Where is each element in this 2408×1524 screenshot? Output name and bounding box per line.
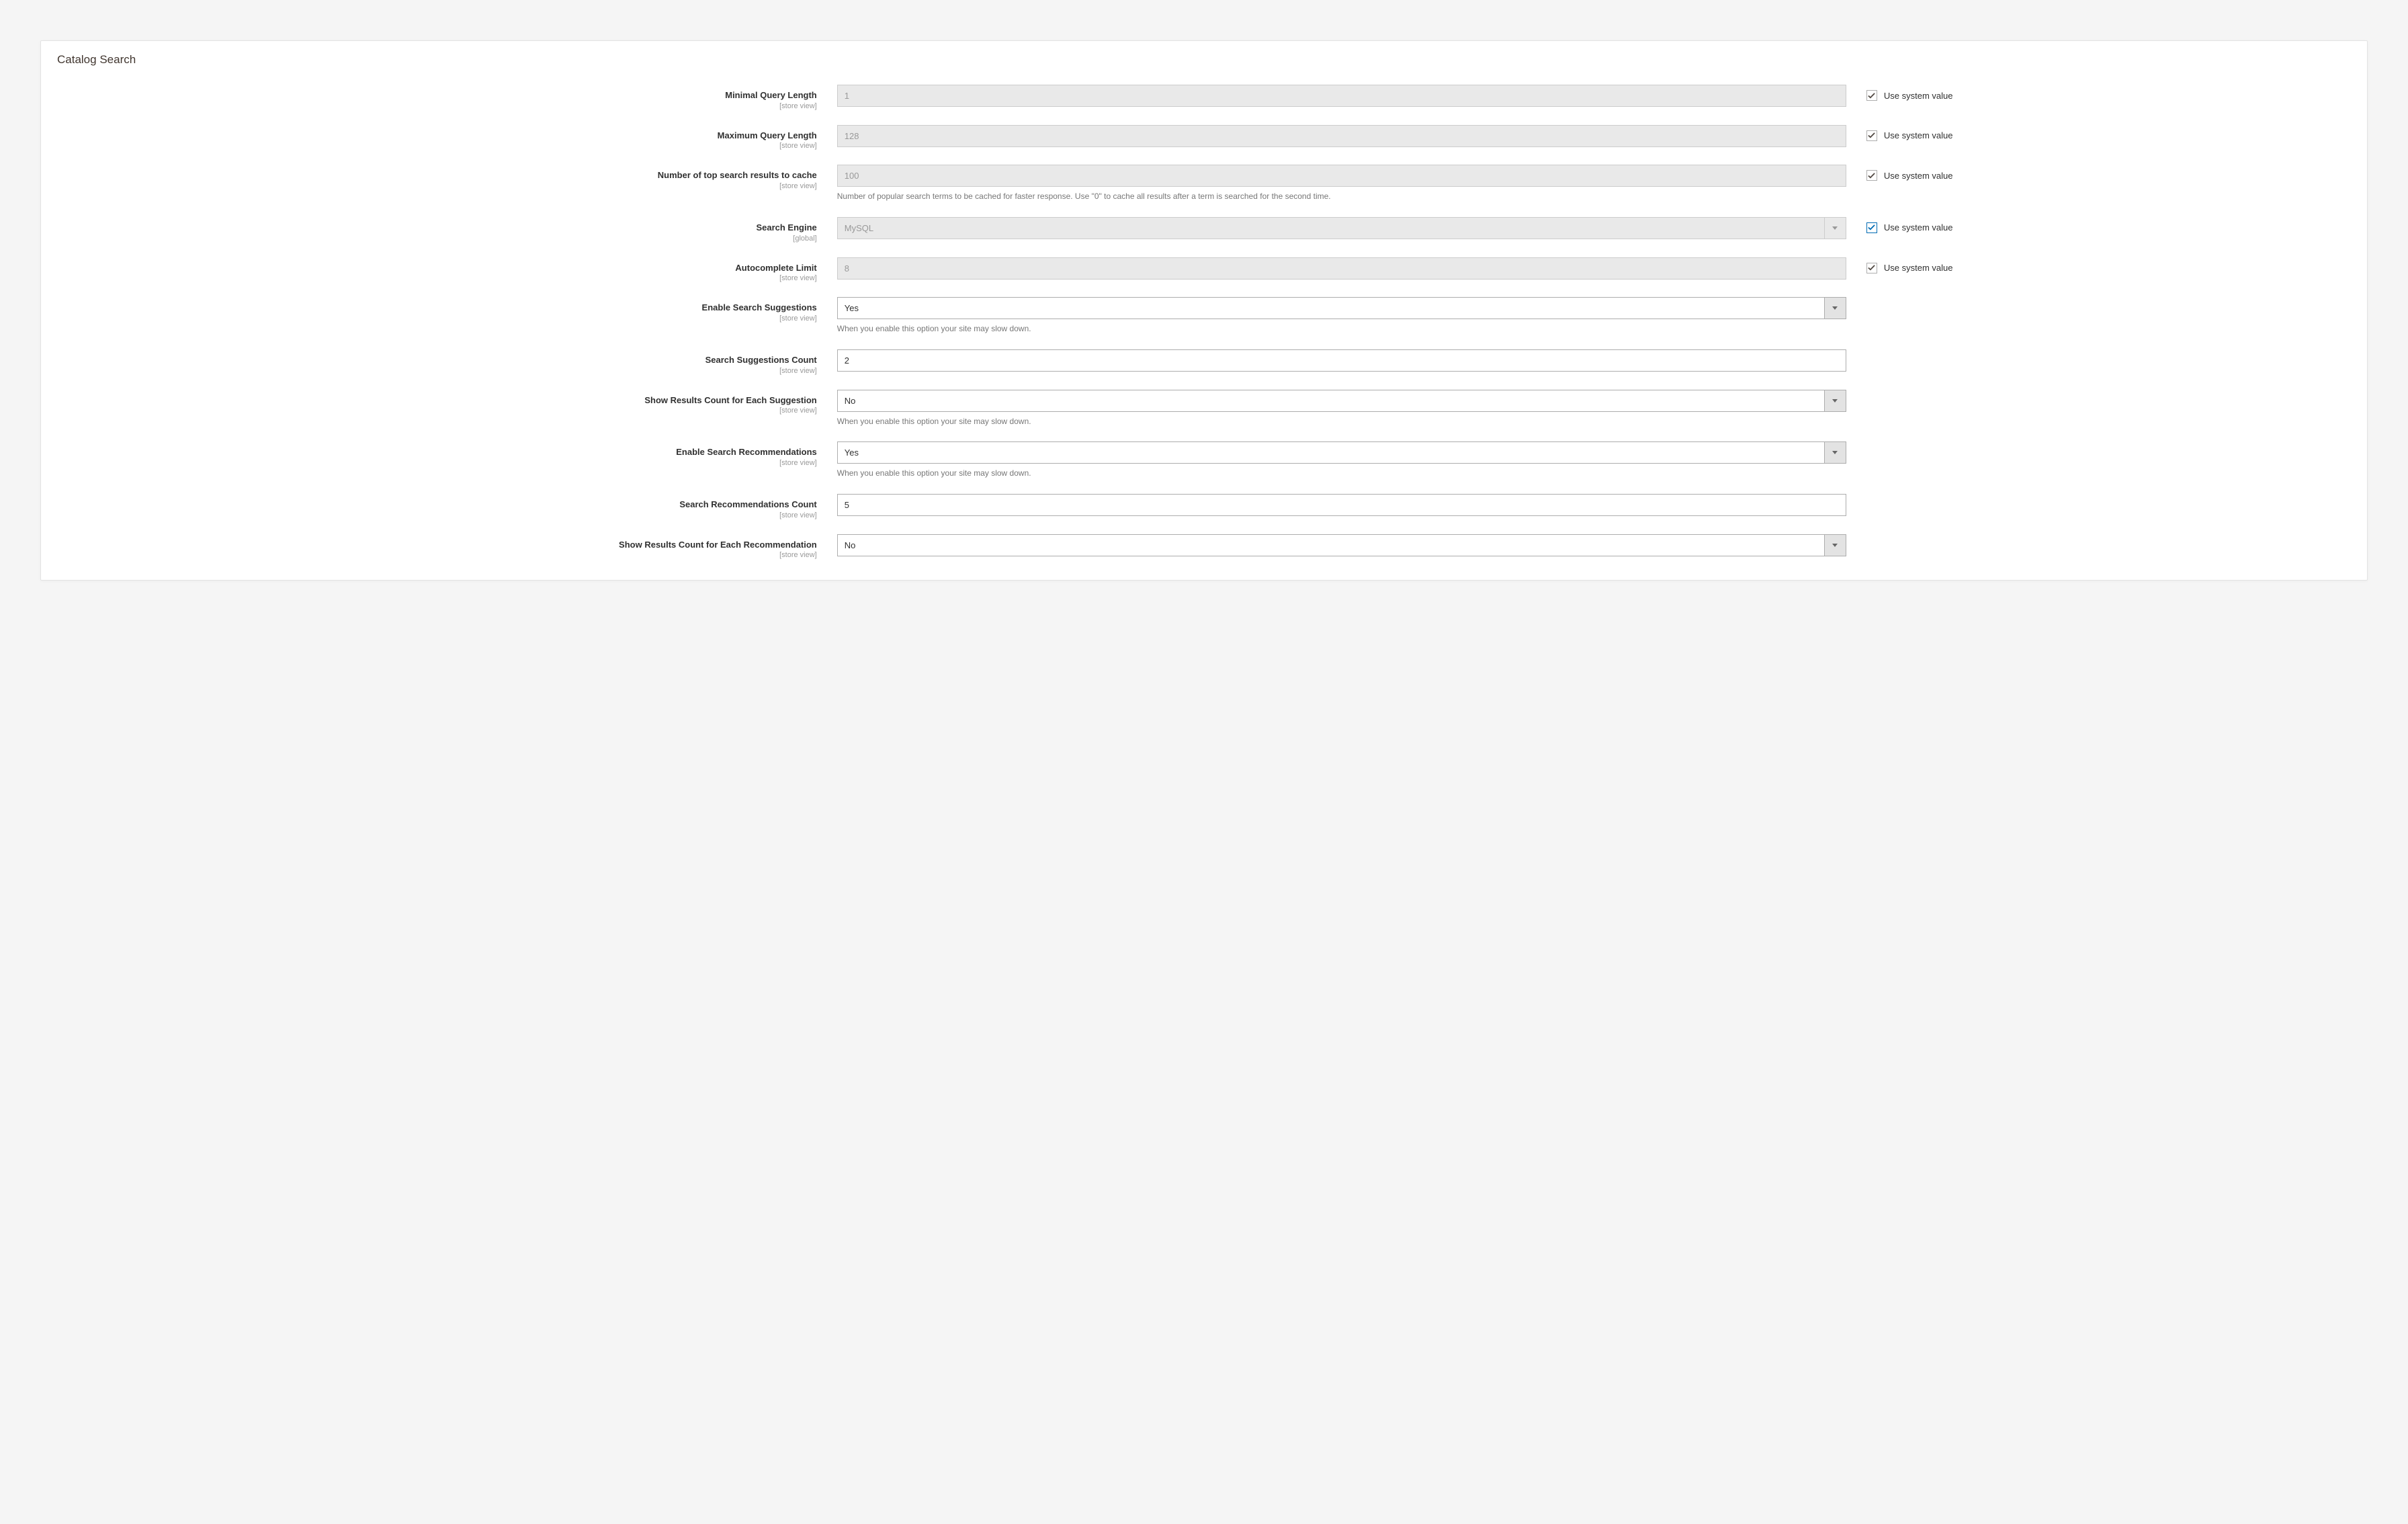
select-arrow-search-engine — [1824, 217, 1846, 239]
input-recommendations-count[interactable] — [837, 494, 1846, 516]
label-search-engine: Search Engine — [756, 222, 816, 232]
label-suggestions-count: Search Suggestions Count — [705, 355, 817, 365]
label-maximum-query-length: Maximum Query Length — [718, 130, 817, 140]
checkbox-use-system-maximum-query[interactable] — [1866, 130, 1877, 141]
select-enable-recommendations[interactable] — [837, 441, 1846, 464]
label-minimal-query-length: Minimal Query Length — [725, 90, 817, 100]
select-value-enable-recommendations[interactable] — [837, 441, 1824, 464]
scope-show-results-recommendation: [store view] — [57, 551, 817, 559]
select-search-engine — [837, 217, 1846, 239]
help-enable-suggestions: When you enable this option your site ma… — [837, 323, 1846, 335]
checkbox-use-system-search-engine[interactable] — [1866, 222, 1877, 233]
row-top-results-cache: Number of top search results to cache [s… — [57, 157, 2351, 210]
row-show-results-suggestion: Show Results Count for Each Suggestion [… — [57, 382, 2351, 435]
chevron-down-icon — [1832, 451, 1838, 454]
select-show-results-recommendation[interactable] — [837, 534, 1846, 556]
checkbox-label-use-system[interactable]: Use system value — [1884, 263, 1953, 273]
chevron-down-icon — [1832, 226, 1838, 230]
checkmark-icon — [1868, 264, 1875, 271]
checkbox-use-system-autocomplete[interactable] — [1866, 263, 1877, 273]
scope-enable-recommendations: [store view] — [57, 459, 817, 467]
help-enable-recommendations: When you enable this option your site ma… — [837, 468, 1846, 479]
label-show-results-suggestion: Show Results Count for Each Suggestion — [644, 395, 816, 405]
input-suggestions-count[interactable] — [837, 349, 1846, 372]
select-arrow-enable-suggestions[interactable] — [1824, 297, 1846, 319]
scope-autocomplete-limit: [store view] — [57, 274, 817, 282]
checkmark-icon — [1868, 224, 1875, 231]
help-show-results-suggestion: When you enable this option your site ma… — [837, 416, 1846, 427]
scope-enable-suggestions: [store view] — [57, 314, 817, 323]
select-arrow-enable-recommendations[interactable] — [1824, 441, 1846, 464]
select-value-search-engine — [837, 217, 1824, 239]
label-enable-suggestions: Enable Search Suggestions — [702, 302, 817, 312]
scope-search-engine: [global] — [57, 235, 817, 243]
label-enable-recommendations: Enable Search Recommendations — [676, 447, 817, 457]
chevron-down-icon — [1832, 399, 1838, 403]
checkbox-label-use-system[interactable]: Use system value — [1884, 222, 1953, 232]
checkbox-label-use-system[interactable]: Use system value — [1884, 130, 1953, 140]
row-autocomplete-limit: Autocomplete Limit [store view] Use syst… — [57, 250, 2351, 290]
select-enable-suggestions[interactable] — [837, 297, 1846, 319]
row-maximum-query-length: Maximum Query Length [store view] Use sy… — [57, 118, 2351, 158]
checkmark-icon — [1868, 172, 1875, 179]
scope-maximum-query-length: [store view] — [57, 142, 817, 150]
label-show-results-recommendation: Show Results Count for Each Recommendati… — [619, 540, 817, 550]
scope-top-results-cache: [store view] — [57, 182, 817, 190]
checkmark-icon — [1868, 92, 1875, 99]
row-enable-recommendations: Enable Search Recommendations [store vie… — [57, 434, 2351, 486]
panel-title: Catalog Search — [41, 41, 2367, 71]
select-arrow-show-results-recommendation[interactable] — [1824, 534, 1846, 556]
catalog-search-form: Minimal Query Length [store view] Use sy… — [41, 71, 2367, 580]
label-top-results-cache: Number of top search results to cache — [658, 170, 817, 180]
row-search-engine: Search Engine [global] Use system value — [57, 210, 2351, 250]
label-autocomplete-limit: Autocomplete Limit — [735, 263, 816, 273]
row-enable-suggestions: Enable Search Suggestions [store view] W… — [57, 290, 2351, 342]
select-show-results-suggestion[interactable] — [837, 390, 1846, 412]
select-value-show-results-recommendation[interactable] — [837, 534, 1824, 556]
help-top-results-cache: Number of popular search terms to be cac… — [837, 191, 1846, 202]
checkbox-label-use-system[interactable]: Use system value — [1884, 171, 1953, 181]
row-recommendations-count: Search Recommendations Count [store view… — [57, 486, 2351, 527]
checkbox-label-use-system[interactable]: Use system value — [1884, 91, 1953, 101]
select-arrow-show-results-suggestion[interactable] — [1824, 390, 1846, 412]
scope-show-results-suggestion: [store view] — [57, 407, 817, 415]
scope-recommendations-count: [store view] — [57, 511, 817, 519]
row-show-results-recommendation: Show Results Count for Each Recommendati… — [57, 527, 2351, 567]
checkmark-icon — [1868, 132, 1875, 139]
input-top-results-cache — [837, 165, 1846, 187]
chevron-down-icon — [1832, 544, 1838, 547]
input-minimal-query-length — [837, 85, 1846, 107]
select-value-enable-suggestions[interactable] — [837, 297, 1824, 319]
input-maximum-query-length — [837, 125, 1846, 147]
chevron-down-icon — [1832, 306, 1838, 310]
checkbox-use-system-minimal-query[interactable] — [1866, 90, 1877, 101]
select-value-show-results-suggestion[interactable] — [837, 390, 1824, 412]
row-minimal-query-length: Minimal Query Length [store view] Use sy… — [57, 77, 2351, 118]
catalog-search-panel: Catalog Search Minimal Query Length [sto… — [40, 40, 2368, 581]
checkbox-use-system-top-results[interactable] — [1866, 170, 1877, 181]
scope-minimal-query-length: [store view] — [57, 102, 817, 110]
label-recommendations-count: Search Recommendations Count — [679, 499, 816, 509]
row-suggestions-count: Search Suggestions Count [store view] — [57, 342, 2351, 382]
scope-suggestions-count: [store view] — [57, 367, 817, 375]
input-autocomplete-limit — [837, 257, 1846, 280]
